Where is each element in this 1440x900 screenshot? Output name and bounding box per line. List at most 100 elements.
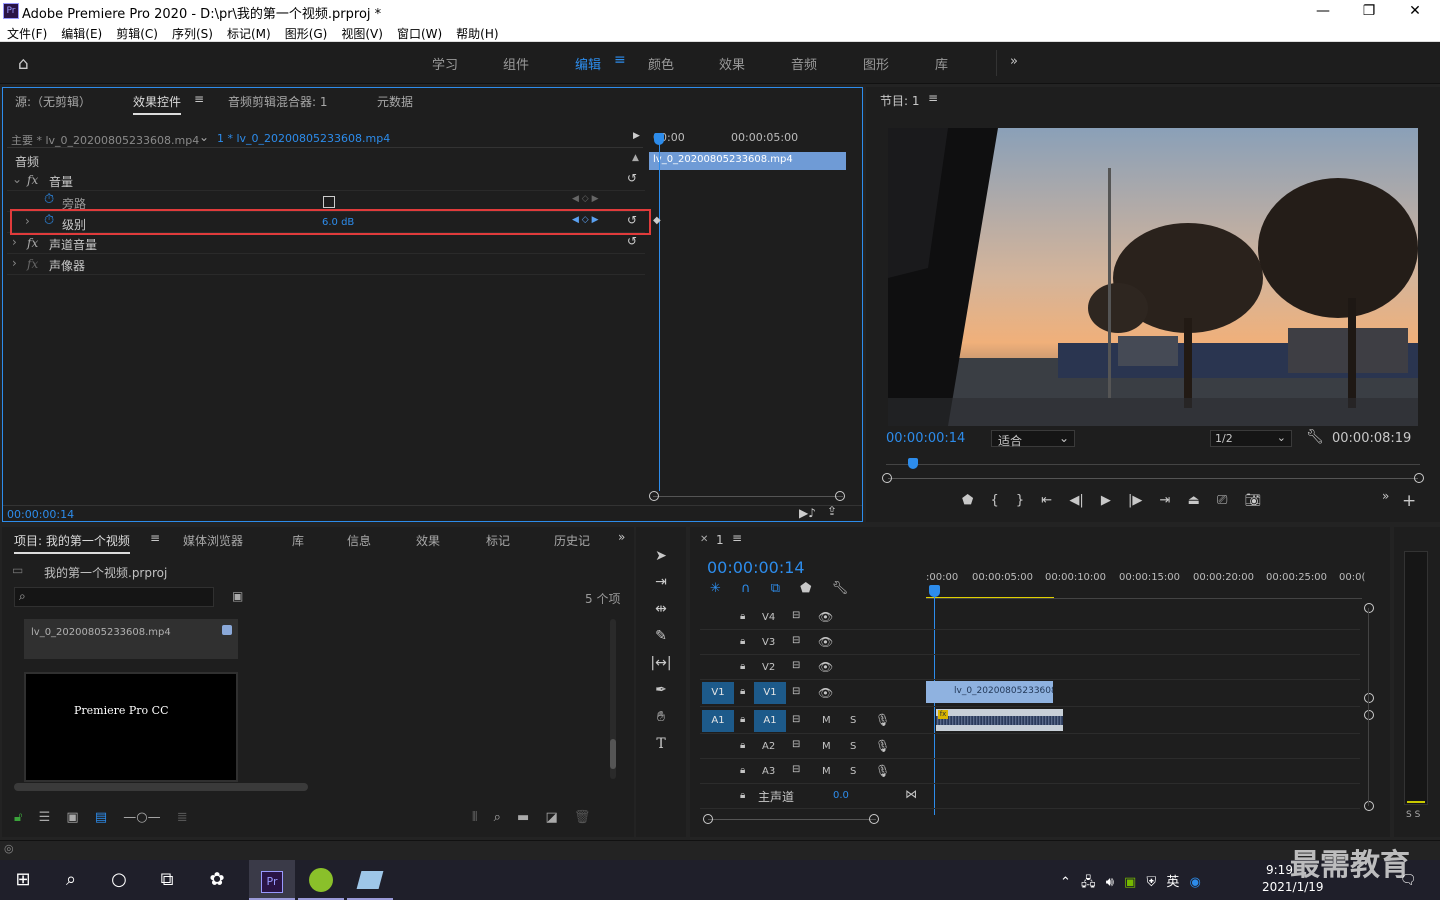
workspace-audio[interactable]: 音频 <box>791 54 817 73</box>
add-button-icon[interactable]: + <box>1402 491 1416 511</box>
microphone-icon[interactable]: 🎙︎ <box>875 764 890 778</box>
list-view-icon[interactable]: ☰ <box>39 810 51 825</box>
keyframe-nav-icon[interactable]: ◀ ◇ ▶ <box>572 194 599 204</box>
workspace-graphics[interactable]: 图形 <box>863 54 889 73</box>
project-item-sequence[interactable]: Premiere Pro CC <box>24 672 238 782</box>
menu-window[interactable]: 窗口(W) <box>390 22 449 42</box>
tab-info[interactable]: 信息 <box>347 532 371 549</box>
ime-indicator[interactable]: 英 <box>1166 875 1179 890</box>
effect-row-channel-volume[interactable]: › fx 声道音量 ↺ <box>7 233 645 254</box>
workspace-editing[interactable]: 编辑 <box>575 54 601 73</box>
fx-icon[interactable]: fx <box>27 257 38 271</box>
notification-icon[interactable]: 🗨︎ <box>1400 873 1417 888</box>
ripple-edit-tool-icon[interactable]: ⇹ <box>650 598 672 620</box>
eye-icon[interactable]: 👁︎ <box>818 660 833 674</box>
solo-button[interactable]: S <box>850 766 856 777</box>
keyframe-icon[interactable]: ◆ <box>653 215 661 226</box>
step-back-icon[interactable]: ◀| <box>1069 493 1083 508</box>
go-to-in-icon[interactable]: ⇤ <box>1041 493 1052 508</box>
timeline-timecode[interactable]: 00:00:00:14 <box>707 558 805 577</box>
lift-icon[interactable]: ⏏ <box>1188 493 1200 508</box>
sequence-clip-label[interactable]: 1 * lv_0_20200805233608.mp4 <box>217 132 390 145</box>
zoom-slider-icon[interactable]: —○— <box>123 810 160 825</box>
project-item-video[interactable]: lv_0_20200805233608.mp4 <box>24 619 238 659</box>
meter-solo-labels[interactable]: S S <box>1406 810 1420 820</box>
sync-lock-icon[interactable]: ⊟ <box>792 686 800 697</box>
pen-tool-icon[interactable]: ✒ <box>650 679 672 701</box>
close-icon[interactable]: ✕ <box>1392 0 1438 22</box>
nvidia-icon[interactable]: ▣ <box>1124 875 1136 890</box>
menu-view[interactable]: 视图(V) <box>334 22 390 42</box>
sync-lock-icon[interactable]: ⊟ <box>792 739 800 750</box>
sequence-tab[interactable]: 1 <box>716 533 724 547</box>
sync-lock-icon[interactable]: ⊟ <box>792 635 800 646</box>
add-marker-icon[interactable]: ⬟ <box>800 581 811 596</box>
tab-media-browser[interactable]: 媒体浏览器 <box>183 532 243 549</box>
program-playhead[interactable] <box>908 458 918 469</box>
selection-tool-icon[interactable]: ➤ <box>650 545 672 567</box>
menu-marker[interactable]: 标记(M) <box>220 22 278 42</box>
task-view-icon[interactable]: ⧉ <box>144 860 190 900</box>
vertical-scrollbar[interactable] <box>610 619 616 779</box>
sync-lock-icon[interactable]: ⊟ <box>792 764 800 775</box>
freeform-view-icon[interactable]: ▤ <box>95 810 107 825</box>
menu-graphics[interactable]: 图形(G) <box>278 22 335 42</box>
automate-icon[interactable]: ⫴ <box>472 810 477 825</box>
more-tabs-icon[interactable]: » <box>618 530 625 544</box>
track-select-tool-icon[interactable]: ⇥ <box>650 571 672 593</box>
zoom-handle-right[interactable] <box>869 814 879 824</box>
microphone-icon[interactable]: 🎙︎ <box>875 739 890 753</box>
step-forward-icon[interactable]: |▶ <box>1128 493 1142 508</box>
tab-audio-clip-mixer[interactable]: 音频剪辑混合器: 1 <box>228 93 328 110</box>
reset-icon[interactable]: ↺ <box>627 171 637 185</box>
effect-row-volume[interactable]: ⌄ fx 音量 ↺ <box>7 170 645 191</box>
workspace-menu-icon[interactable]: ≡ <box>614 52 626 68</box>
chevron-down-icon[interactable]: ⌄ <box>12 172 22 186</box>
chevron-right-icon[interactable]: › <box>12 235 17 249</box>
tab-source[interactable]: 源:（无剪辑） <box>15 93 91 110</box>
go-to-end-icon[interactable]: ⋈ <box>905 787 917 801</box>
program-current-timecode[interactable]: 00:00:00:14 <box>886 431 965 446</box>
ec-clip-bar[interactable]: lv_0_20200805233608.mp4 <box>649 152 846 170</box>
workspace-color[interactable]: 颜色 <box>648 54 674 73</box>
more-workspaces-icon[interactable]: » <box>1010 54 1018 69</box>
network-icon[interactable]: 🖧︎ <box>1081 875 1096 890</box>
new-bin-icon[interactable]: ▬ <box>517 810 529 825</box>
eye-icon[interactable]: 👁︎ <box>818 635 833 649</box>
workspace-libraries[interactable]: 库 <box>935 54 948 73</box>
panel-menu-icon[interactable]: ≡ <box>928 91 938 105</box>
sort-icon[interactable]: ≣ <box>177 810 188 825</box>
project-search-input[interactable]: ⌕ <box>14 587 214 607</box>
lock-icon[interactable]: 🔒︎ <box>740 765 745 776</box>
minimize-icon[interactable]: — <box>1300 0 1346 22</box>
playhead-handle[interactable] <box>654 133 664 145</box>
volume-icon[interactable]: 🔊︎ <box>1106 875 1114 890</box>
mute-button[interactable]: M <box>822 766 831 777</box>
effect-row-panner[interactable]: › fx 声像器 <box>7 254 645 275</box>
new-item-icon[interactable]: ◪ <box>545 810 557 825</box>
app-pinwheel-icon[interactable]: ✿ <box>194 860 240 900</box>
clock-time[interactable]: 9:19 <box>1266 863 1293 877</box>
hand-tool-icon[interactable]: ✋︎ <box>650 706 672 728</box>
add-marker-icon[interactable]: ⬟ <box>962 493 973 508</box>
slip-tool-icon[interactable]: |↔| <box>650 652 672 674</box>
lock-icon[interactable]: 🔓︎ <box>14 810 22 825</box>
track-zoom-handle[interactable] <box>1364 693 1374 703</box>
track-target-a1[interactable]: A1 <box>754 710 786 732</box>
lock-icon[interactable]: 🔒︎ <box>740 661 745 672</box>
search-icon[interactable]: ⌕ <box>48 860 94 900</box>
wrench-icon[interactable]: 🔧︎ <box>1306 429 1324 445</box>
mute-button[interactable]: M <box>822 741 831 752</box>
cortana-icon[interactable]: ○ <box>96 860 142 900</box>
menu-file[interactable]: 文件(F) <box>0 22 54 42</box>
master-volume-value[interactable]: 0.0 <box>833 790 849 801</box>
solo-button[interactable]: S <box>850 741 856 752</box>
restore-icon[interactable]: ❐ <box>1346 0 1392 22</box>
menu-sequence[interactable]: 序列(S) <box>165 22 220 42</box>
clip-dropdown-icon[interactable]: ⌄ <box>199 130 209 144</box>
zoom-handle-left[interactable] <box>703 814 713 824</box>
tab-menu-icon[interactable]: ≡ <box>150 531 160 545</box>
tab-effects[interactable]: 效果 <box>416 532 440 549</box>
play-audio-icon[interactable]: ▶♪ <box>799 506 816 520</box>
video-clip[interactable]: lv_0_20200805233608. <box>926 681 1053 703</box>
